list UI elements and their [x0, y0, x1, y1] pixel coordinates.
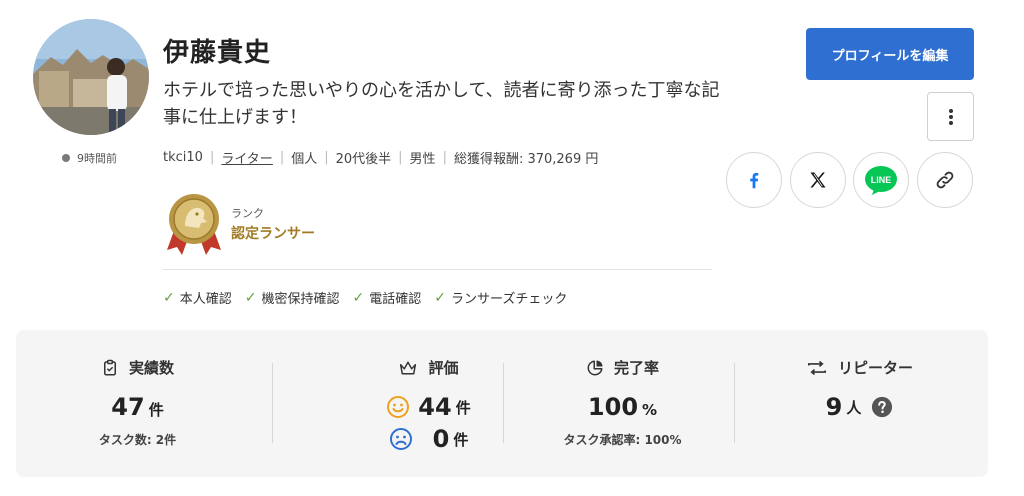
verification-item: ✓ 本人確認 — [163, 288, 232, 308]
share-x-button[interactable] — [790, 152, 846, 208]
stat-ratings-label: 評価 — [428, 359, 459, 377]
meta-username: tkci10 — [163, 150, 203, 165]
stat-completion-label: 完了率 — [613, 359, 659, 377]
divider — [163, 269, 712, 270]
share-line-button[interactable]: LINE — [853, 152, 909, 208]
verification-label: 機密保持確認 — [261, 292, 340, 307]
meta-gender: 男性 — [409, 152, 436, 167]
stats-divider — [734, 363, 735, 443]
x-icon — [810, 172, 826, 188]
last-active-text: 9時間前 — [77, 152, 117, 165]
stat-completion-sub: タスク承認率: 100% — [563, 433, 682, 447]
stat-repeaters-label: リピーター — [837, 359, 913, 377]
verification-label: 電話確認 — [369, 292, 422, 307]
meta-separator: | — [209, 150, 215, 165]
check-icon: ✓ — [434, 289, 446, 306]
stat-repeaters-value: 9 — [825, 393, 843, 421]
crown-icon — [400, 361, 417, 374]
kebab-icon — [948, 108, 953, 125]
online-dot-icon — [62, 154, 70, 162]
verification-item: ✓ ランサーズチェック — [434, 288, 568, 308]
meta-separator: | — [398, 150, 403, 165]
stats-divider — [272, 363, 273, 443]
repeat-icon — [807, 360, 826, 375]
stat-repeaters: リピーター 9 人 — [738, 330, 981, 477]
more-options-button[interactable] — [927, 92, 974, 141]
stats-panel: 実績数 47 件 タスク数: 2件 評価 44 件 0 件 完了率 100 % … — [16, 330, 988, 477]
rank-badge: ランク 認定ランサー — [163, 192, 315, 256]
avatar — [33, 19, 149, 135]
rank-name: 認定ランサー — [231, 226, 315, 242]
link-icon — [936, 171, 954, 189]
stat-achievements-label: 実績数 — [128, 359, 174, 377]
stat-ratings-bad-value: 0 — [432, 425, 450, 453]
line-icon: LINE — [865, 166, 897, 195]
verification-item: ✓ 機密保持確認 — [244, 288, 340, 308]
stat-completion-unit: % — [642, 401, 658, 419]
check-icon: ✓ — [163, 289, 175, 306]
verification-label: 本人確認 — [179, 292, 232, 307]
meta-separator: | — [324, 150, 329, 165]
verification-list: ✓ 本人確認 ✓ 機密保持確認 ✓ 電話確認 ✓ ランサーズチェック — [163, 288, 568, 308]
clipboard-check-icon — [103, 359, 116, 375]
verification-label: ランサーズチェック — [450, 292, 568, 307]
stat-repeaters-unit: 人 — [846, 398, 862, 417]
meta-separator: | — [279, 150, 285, 165]
profile-name: 伊藤貴史 — [163, 38, 272, 68]
stat-completion: 完了率 100 % タスク承認率: 100% — [501, 330, 744, 477]
question-icon[interactable] — [871, 396, 893, 418]
edit-profile-button[interactable]: プロフィールを編集 — [806, 28, 974, 80]
stat-ratings-good-unit: 件 — [455, 398, 471, 417]
line-label: LINE — [871, 175, 892, 185]
meta-role-link[interactable]: ライター — [221, 148, 272, 167]
stat-achievements-sub: タスク数: 2件 — [98, 433, 177, 447]
stat-ratings-good-value: 44 — [418, 393, 452, 421]
facebook-icon — [750, 172, 759, 189]
stat-ratings-bad-unit: 件 — [453, 430, 469, 449]
rank-medal-icon — [167, 194, 221, 255]
stat-achievements-unit: 件 — [148, 401, 164, 419]
meta-separator: | — [442, 150, 447, 165]
verification-item: ✓ 電話確認 — [352, 288, 422, 308]
stat-achievements: 実績数 47 件 タスク数: 2件 — [16, 330, 259, 477]
meta-type: 個人 — [291, 152, 318, 167]
check-icon: ✓ — [244, 289, 257, 306]
profile-catchphrase: ホテルで培った思いやりの心を活かして、読者に寄り添った丁寧な記事に仕上げます！ — [163, 80, 720, 128]
rank-label: ランク — [231, 207, 264, 220]
meta-age: 20代後半 — [335, 152, 392, 167]
avatar-photo — [33, 19, 149, 135]
sad-icon — [389, 428, 412, 450]
check-icon: ✓ — [352, 289, 365, 306]
meta-earnings: 総獲得報酬: 370,269 円 — [453, 152, 599, 167]
stat-achievements-value: 47 — [111, 393, 145, 421]
last-active-status: 9時間前 — [62, 150, 117, 166]
profile-meta: tkci10 | ライター | 個人 | 20代後半 | 男性 | 総獲得報酬:… — [163, 148, 598, 167]
share-facebook-button[interactable] — [726, 152, 782, 208]
stat-completion-value: 100 — [587, 393, 639, 421]
copy-link-button[interactable] — [917, 152, 973, 208]
pie-chart-icon — [587, 360, 603, 375]
smile-icon — [387, 396, 410, 418]
